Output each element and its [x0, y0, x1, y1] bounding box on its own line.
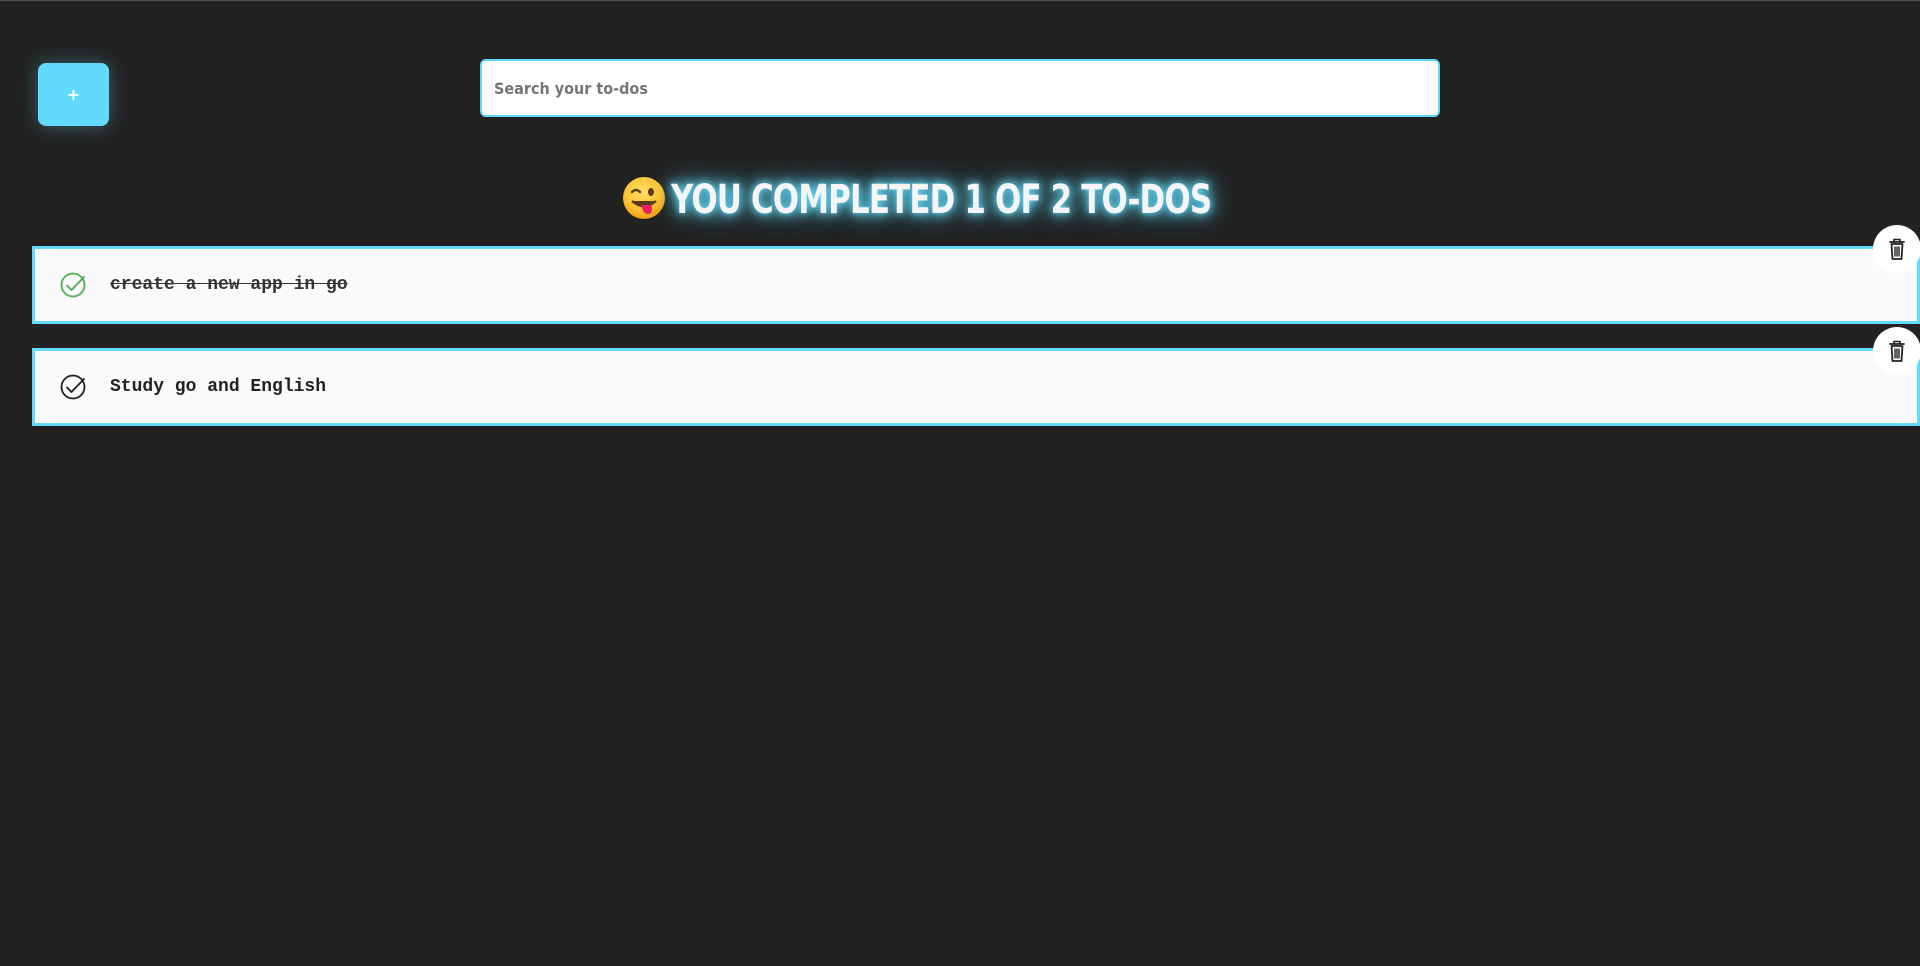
top-divider: [0, 0, 1920, 1]
delete-todo-button[interactable]: [1873, 225, 1920, 273]
todo-text: create a new app in go: [110, 275, 348, 295]
todo-text: Study go and English: [110, 377, 327, 397]
winking-face-icon: [621, 175, 667, 221]
counter-text: You completed 1 of 2 To-dos: [670, 177, 1212, 223]
check-circle-icon[interactable]: [59, 271, 87, 299]
add-todo-button[interactable]: +: [38, 63, 109, 126]
completed-counter: You completed 1 of 2 To-dos: [0, 170, 1920, 226]
trash-icon: [1889, 238, 1905, 260]
search-input[interactable]: [480, 59, 1440, 117]
delete-todo-button[interactable]: [1873, 327, 1920, 375]
check-circle-icon[interactable]: [59, 373, 87, 401]
todo-item: create a new app in go: [32, 225, 1920, 324]
trash-icon: [1889, 340, 1905, 362]
todo-item: Study go and English: [32, 327, 1920, 426]
todo-list: create a new app in go Study go and Engl…: [32, 225, 1920, 450]
